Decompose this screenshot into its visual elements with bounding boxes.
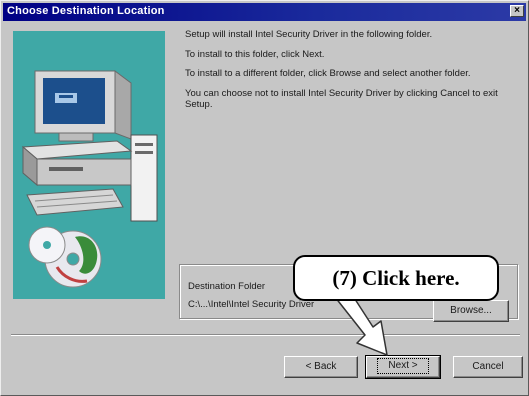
computer-with-cds-icon xyxy=(21,70,158,288)
instructions: Setup will install Intel Security Driver… xyxy=(185,29,515,119)
instruction-line-1: Setup will install Intel Security Driver… xyxy=(185,29,433,40)
close-icon[interactable]: × xyxy=(510,5,524,17)
destination-folder-path: C:\...\Intel\Intel Security Driver xyxy=(188,299,315,310)
instruction-line-4: You can choose not to install Intel Secu… xyxy=(185,87,498,111)
destination-folder-label: Destination Folder xyxy=(188,281,266,292)
setup-illustration xyxy=(13,31,165,299)
instruction-line-3: To install to a different folder, click … xyxy=(185,68,471,79)
window-title: Choose Destination Location xyxy=(7,5,165,17)
title-bar: Choose Destination Location × xyxy=(3,3,526,21)
setup-dialog: Choose Destination Location × Setup will… xyxy=(0,0,529,396)
browse-button[interactable]: Browse... xyxy=(433,300,509,322)
callout-arrow-icon xyxy=(334,292,388,356)
instruction-line-2: To install to this folder, click Next. xyxy=(185,48,325,60)
cancel-button[interactable]: Cancel xyxy=(453,356,523,378)
button-separator xyxy=(11,334,520,336)
callout-annotation: (7) Click here. xyxy=(293,255,499,301)
